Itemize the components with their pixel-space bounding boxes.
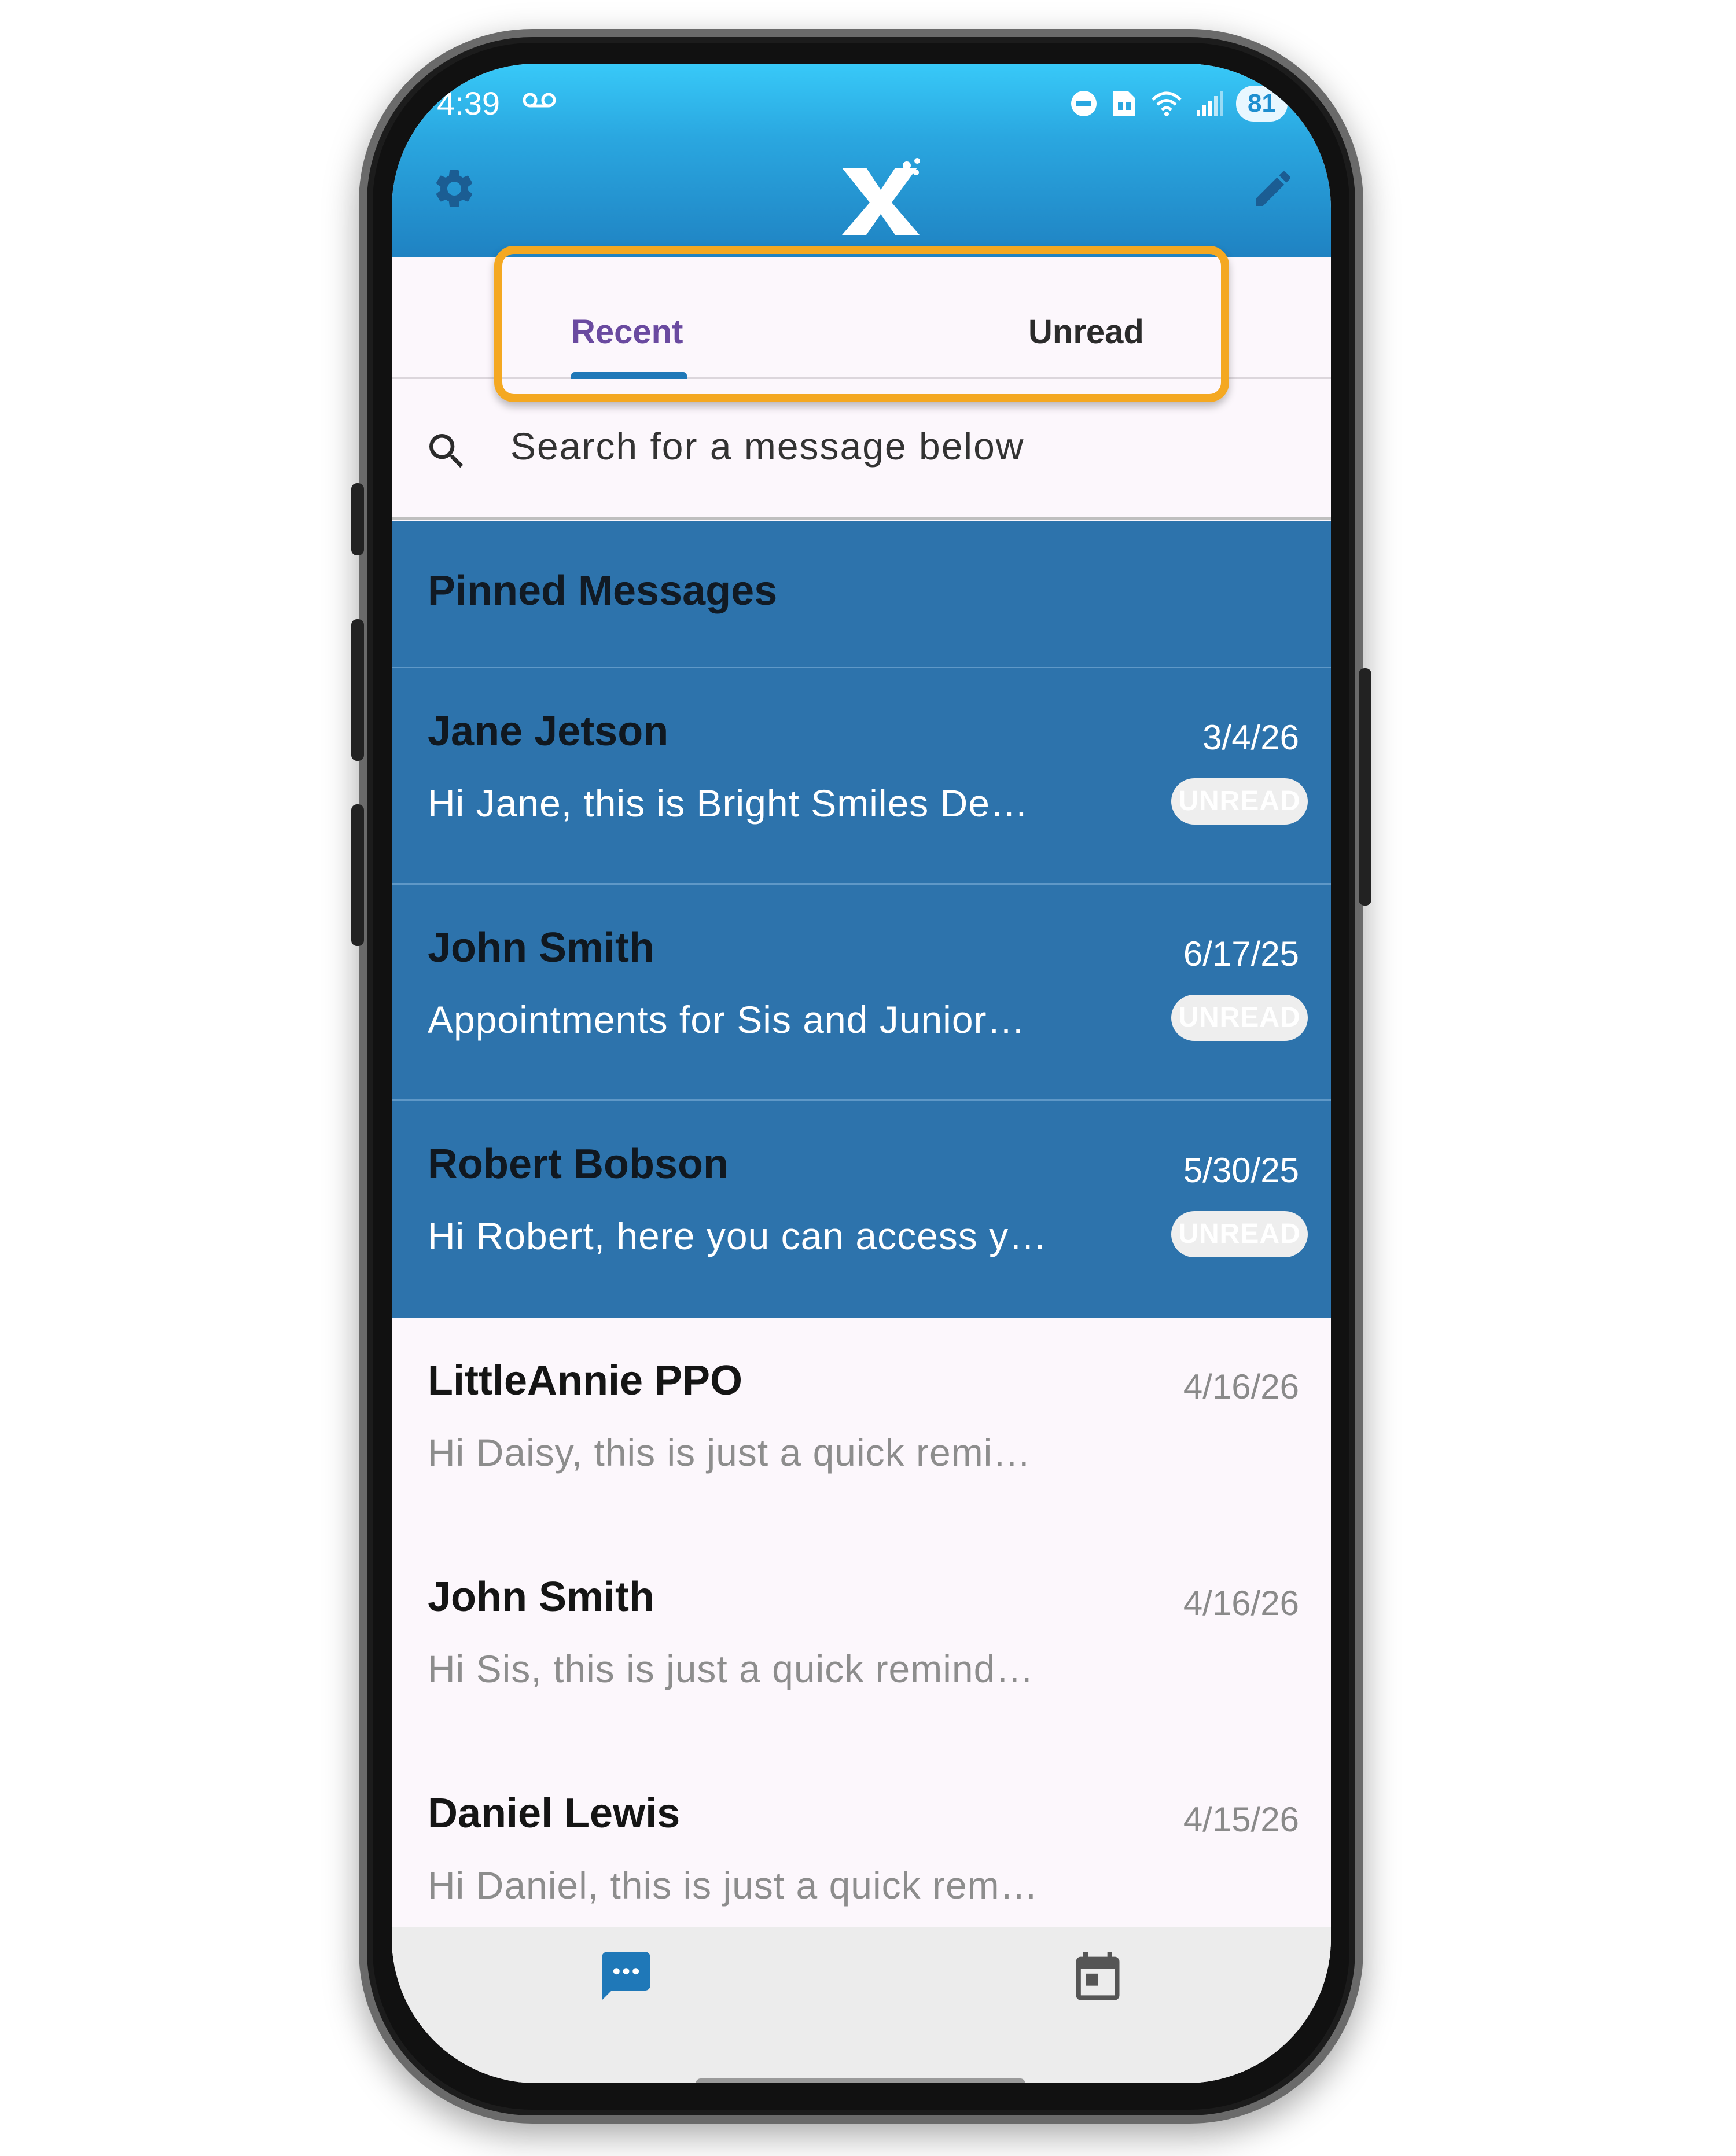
voicemail-icon: [523, 93, 556, 108]
signal-icon: [1197, 91, 1224, 116]
calendar-icon: [1076, 1952, 1120, 2000]
unread-badge: UNREAD: [1171, 1211, 1308, 1257]
sender-name: John Smith: [428, 925, 654, 971]
app-header: 4:39 81: [392, 64, 1331, 257]
message-preview: Hi Sis, this is just a quick remind…: [428, 1647, 1035, 1690]
tabs-highlight-box: [494, 246, 1229, 402]
message-row[interactable]: LittleAnnie PPO Hi Daisy, this is just a…: [392, 1318, 1331, 1534]
phone-button-left-1: [351, 483, 364, 555]
unread-badge: UNREAD: [1171, 778, 1308, 825]
sim-icon: [1113, 91, 1136, 116]
message-date: 4/15/26: [1183, 1800, 1299, 1839]
nav-messages-button[interactable]: [597, 1947, 655, 2008]
status-bar: 4:39 81: [392, 81, 1331, 133]
pinned-messages-title: Pinned Messages: [428, 568, 778, 614]
message-preview: Hi Jane, this is Bright Smiles De…: [428, 782, 1029, 825]
message-preview: Appointments for Sis and Junior…: [428, 998, 1026, 1041]
phone-button-left-3: [351, 804, 364, 946]
search-icon: [429, 434, 464, 468]
chat-bubble-icon: [602, 1952, 650, 2000]
gear-icon: [436, 170, 473, 207]
nav-calendar-button[interactable]: [1069, 1947, 1127, 2008]
do-not-disturb-icon: [1071, 91, 1097, 116]
stage: 4:39 81 Recent Unread Search for a messa…: [0, 0, 1736, 2156]
pinned-message-row[interactable]: Robert Bobson Hi Robert, here you can ac…: [392, 1101, 1331, 1318]
battery-indicator: 81: [1236, 86, 1288, 122]
wifi-icon: [1152, 91, 1182, 116]
message-row[interactable]: John Smith Hi Sis, this is just a quick …: [392, 1534, 1331, 1750]
message-date: 5/30/25: [1183, 1151, 1299, 1190]
app-logo: [837, 156, 924, 240]
pencil-icon: [1256, 171, 1291, 206]
message-date: 6/17/25: [1183, 934, 1299, 973]
message-list: Pinned Messages Jane Jetson Hi Jane, thi…: [392, 521, 1331, 1967]
unread-badge: UNREAD: [1171, 995, 1308, 1041]
search-input[interactable]: Search for a message below: [510, 424, 1024, 468]
home-indicator[interactable]: [696, 2078, 1025, 2083]
pinned-message-row[interactable]: Jane Jetson Hi Jane, this is Bright Smil…: [392, 668, 1331, 885]
sender-name: Jane Jetson: [428, 708, 669, 755]
compose-button[interactable]: [1250, 165, 1296, 215]
message-preview: Hi Robert, here you can access y…: [428, 1215, 1048, 1257]
sender-name: Robert Bobson: [428, 1141, 729, 1187]
message-preview: Hi Daniel, this is just a quick rem…: [428, 1864, 1039, 1907]
message-preview: Hi Daisy, this is just a quick remi…: [428, 1431, 1032, 1474]
message-date: 4/16/26: [1183, 1584, 1299, 1622]
sender-name: Daniel Lewis: [428, 1790, 681, 1837]
phone-button-left-2: [351, 619, 364, 761]
settings-button[interactable]: [431, 165, 477, 215]
message-date: 4/16/26: [1183, 1367, 1299, 1406]
pinned-message-row[interactable]: John Smith Appointments for Sis and Juni…: [392, 885, 1331, 1101]
pinned-messages-header: Pinned Messages: [392, 521, 1331, 668]
phone-button-right: [1359, 668, 1371, 906]
message-date: 3/4/26: [1202, 718, 1299, 757]
sender-name: LittleAnnie PPO: [428, 1357, 743, 1404]
bottom-navigation: [392, 1927, 1331, 2083]
sender-name: John Smith: [428, 1574, 654, 1620]
status-icons: 81: [1069, 86, 1288, 122]
status-time: 4:39: [437, 85, 500, 122]
